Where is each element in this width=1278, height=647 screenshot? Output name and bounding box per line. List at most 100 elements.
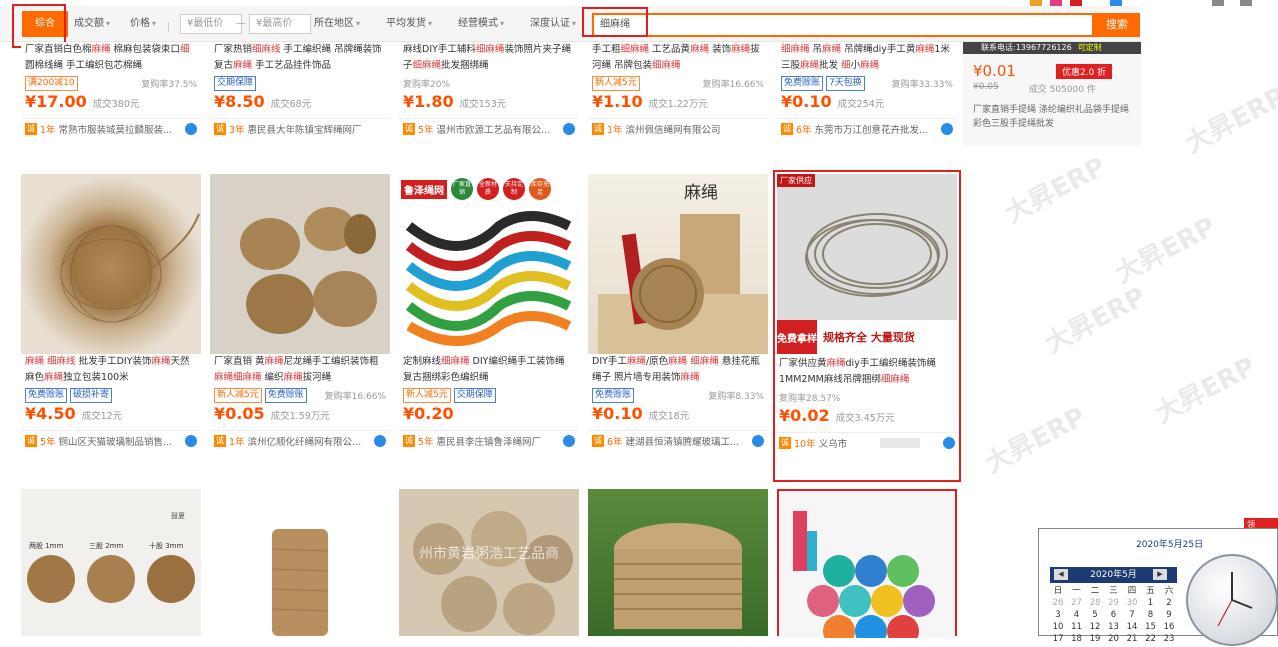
product-card[interactable]: 麻线DIY手工辅料细麻绳装饰照片夹子绳子细麻绳批发捆绑绳 复购率20% ¥1.8… <box>399 42 579 138</box>
prev-month-icon[interactable]: ◀ <box>1054 569 1068 580</box>
chat-icon[interactable] <box>563 122 575 135</box>
sort-sales-button[interactable]: 成交额 ▾ <box>74 11 110 37</box>
calendar-day[interactable]: 29 <box>1106 597 1122 609</box>
calendar-day[interactable]: 11 <box>1069 621 1085 633</box>
calendar-day[interactable]: 23 <box>1161 633 1177 645</box>
product-title[interactable]: 麻线DIY手工辅料细麻绳装饰照片夹子绳子细麻绳批发捆绑绳 <box>399 42 579 74</box>
chat-icon[interactable] <box>185 122 197 135</box>
calendar-day[interactable]: 2 <box>1161 597 1177 609</box>
product-card[interactable]: 手工粗细麻绳 工艺品黄麻绳 装饰麻绳拔河绳 吊牌包装细麻绳 新人减5元 复购率16… <box>588 42 768 138</box>
chat-icon[interactable] <box>563 434 575 447</box>
calendar-day[interactable]: 7 <box>1124 609 1140 621</box>
business-mode-filter[interactable]: 经营模式 ▾ <box>458 11 504 37</box>
calendar-day[interactable]: 16 <box>1161 621 1177 633</box>
toolbar-icon[interactable] <box>1030 0 1042 6</box>
calendar-day[interactable]: 13 <box>1106 621 1122 633</box>
calendar-day[interactable]: 27 <box>1069 597 1085 609</box>
product-title[interactable]: 厂家直销白色棉麻绳 棉麻包装袋束口细圆棉线绳 手工编织包芯棉绳 <box>21 42 201 74</box>
product-card[interactable]: 鲁泽绳网 厂家直销 全新材质 支持定制 库存充足 定制麻线细麻绳 DIY编织绳手… <box>399 174 579 450</box>
toolbar-icon[interactable] <box>1050 0 1062 6</box>
product-image[interactable] <box>779 491 955 638</box>
product-image[interactable]: 麻绳 <box>588 174 768 354</box>
product-card[interactable] <box>210 489 390 636</box>
calendar-day[interactable]: 28 <box>1087 597 1103 609</box>
shop-name[interactable]: 东莞市万江创意花卉批发... <box>815 122 938 136</box>
sort-price-button[interactable]: 价格 ▾ <box>130 11 156 37</box>
delivery-filter[interactable]: 平均发货 ▾ <box>386 11 432 37</box>
calendar-day[interactable]: 22 <box>1143 633 1159 645</box>
calendar-day[interactable]: 5 <box>1087 609 1103 621</box>
calendar-day[interactable]: 19 <box>1087 633 1103 645</box>
product-title[interactable]: 麻绳 细麻线 批发手工DIY装饰麻绳天然麻色麻绳独立包装100米 <box>21 354 201 386</box>
product-card[interactable]: 厂家直销白色棉麻绳 棉麻包装袋束口细圆棉线绳 手工编织包芯棉绳 满200减10 复… <box>21 42 201 138</box>
product-title[interactable]: 定制麻线细麻绳 DIY编织绳手工装饰绳 复古捆绑彩色编织绳 <box>399 354 579 386</box>
ad-desc[interactable]: 厂家直销手提绳 涤纶编织礼品袋手提绳 彩色三股手提绳批发 <box>963 97 1141 137</box>
search-button[interactable]: 搜索 <box>1094 13 1140 37</box>
toolbar-icon[interactable] <box>1070 0 1082 6</box>
product-image[interactable]: 鲁泽绳网 厂家直销 全新材质 支持定制 库存充足 <box>399 174 579 354</box>
product-card[interactable] <box>588 489 768 636</box>
shop-name[interactable]: 义乌市 <box>819 436 877 450</box>
product-image[interactable] <box>21 174 201 354</box>
price-min-input[interactable]: ¥最低价 <box>180 14 242 34</box>
product-card[interactable]: 麻绳 DIY手工麻绳/原色麻绳 细麻绳 悬挂花瓶绳子 照片墙专用装饰麻绳 免费赊… <box>588 174 768 450</box>
next-month-icon[interactable]: ▶ <box>1153 569 1167 580</box>
shop-name[interactable]: 滨州亿顺化纤绳网有限公... <box>248 434 371 448</box>
shop-name[interactable]: 温州市欧源工艺品有限公... <box>437 122 560 136</box>
toolbar-icon[interactable] <box>1240 0 1252 6</box>
calendar-day[interactable]: 6 <box>1106 609 1122 621</box>
calendar-day[interactable]: 8 <box>1143 609 1159 621</box>
product-image[interactable]: 州市黄岩粥浩工艺品商 <box>399 489 579 636</box>
product-card[interactable]: 厂家直销 黄麻绳尼龙绳手工编织装饰粗麻绳细麻绳 编织麻绳拔河绳 新人减5元 免费赊… <box>210 174 390 450</box>
search-input[interactable]: 细麻绳 <box>592 13 1094 37</box>
sort-default-button[interactable]: 综合 <box>22 11 68 37</box>
calendar-day[interactable]: 4 <box>1069 609 1085 621</box>
chat-icon[interactable] <box>185 434 197 447</box>
location-filter[interactable]: 所在地区 ▾ <box>314 11 360 37</box>
calendar-day[interactable]: 21 <box>1124 633 1140 645</box>
shop-name[interactable]: 常熟市服装城莫拉麟服装... <box>59 122 182 136</box>
calendar-day[interactable]: 14 <box>1124 621 1140 633</box>
calendar-day[interactable]: 12 <box>1087 621 1103 633</box>
chat-icon[interactable] <box>943 436 955 449</box>
product-card[interactable]: 州市黄岩粥浩工艺品商 <box>399 489 579 636</box>
product-card-highlighted[interactable] <box>777 489 957 638</box>
product-image[interactable]: 鼓夏 两股 1mm 三股 2mm 十股 3mm <box>21 489 201 636</box>
certification-filter[interactable]: 深度认证 ▾ <box>530 11 576 37</box>
calendar-day[interactable]: 18 <box>1069 633 1085 645</box>
product-card[interactable]: 厂家热销细麻线 手工编织绳 吊牌绳装饰复古麻绳 手工艺品挂件饰品 交期保障 ¥8… <box>210 42 390 138</box>
ad-panel[interactable]: 联系电话:13967726126 可定制 ¥0.01 优惠2.0 折 ¥0.05 … <box>963 42 1141 146</box>
product-card[interactable]: 细麻绳 吊麻绳 吊牌绳diy手工黄麻绳1米 三股麻绳批发 细小麻绳 免费赊账 7天… <box>777 42 957 138</box>
toolbar-icon[interactable] <box>1212 0 1224 6</box>
chat-icon[interactable] <box>941 122 953 135</box>
shop-name[interactable]: 滨州佩信绳网有限公司 <box>626 122 764 136</box>
calendar-day[interactable]: 1 <box>1143 597 1159 609</box>
calendar-day[interactable]: 20 <box>1106 633 1122 645</box>
chat-icon[interactable] <box>374 434 386 447</box>
calendar-day[interactable]: 9 <box>1161 609 1177 621</box>
product-card-highlighted[interactable]: 厂家供应 免费拿样 规格齐全 大量现货 厂家供应黄麻绳diy手工编织绳装饰绳1M… <box>773 170 961 482</box>
product-image[interactable]: 厂家供应 免费拿样 规格齐全 大量现货 <box>777 174 957 354</box>
calendar-day[interactable]: 15 <box>1143 621 1159 633</box>
calendar-day[interactable]: 17 <box>1050 633 1066 645</box>
product-card[interactable]: 鼓夏 两股 1mm 三股 2mm 十股 3mm <box>21 489 201 636</box>
shop-name[interactable]: 惠民县李庄镇鲁泽绳网厂 <box>437 434 560 448</box>
product-image[interactable] <box>588 489 768 636</box>
product-title[interactable]: DIY手工麻绳/原色麻绳 细麻绳 悬挂花瓶绳子 照片墙专用装饰麻绳 <box>588 354 768 386</box>
product-title[interactable]: 厂家直销 黄麻绳尼龙绳手工编织装饰粗麻绳细麻绳 编织麻绳拔河绳 <box>210 354 390 386</box>
shop-name[interactable]: 铜山区天猫玻璃制品销售... <box>59 434 182 448</box>
product-card[interactable]: 麻绳 细麻线 批发手工DIY装饰麻绳天然麻色麻绳独立包装100米 免费赊账 破损补… <box>21 174 201 450</box>
price-max-input[interactable]: ¥最高价 <box>249 14 311 34</box>
toolbar-icon[interactable] <box>1110 0 1122 6</box>
product-image[interactable] <box>210 174 390 354</box>
product-image[interactable] <box>210 489 390 636</box>
calendar-day[interactable]: 3 <box>1050 609 1066 621</box>
calendar-day[interactable]: 30 <box>1124 597 1140 609</box>
product-title[interactable]: 细麻绳 吊麻绳 吊牌绳diy手工黄麻绳1米 三股麻绳批发 细小麻绳 <box>777 42 957 74</box>
chat-icon[interactable] <box>752 434 764 447</box>
product-title[interactable]: 手工粗细麻绳 工艺品黄麻绳 装饰麻绳拔河绳 吊牌包装细麻绳 <box>588 42 768 74</box>
calendar-day[interactable]: 10 <box>1050 621 1066 633</box>
product-title[interactable]: 厂家供应黄麻绳diy手工编织绳装饰绳1MM2MM麻线吊牌捆绑细麻绳 <box>775 356 959 388</box>
shop-name[interactable]: 建湖县恒清镇腾耀玻璃工... <box>626 434 749 448</box>
calendar-day[interactable]: 26 <box>1050 597 1066 609</box>
